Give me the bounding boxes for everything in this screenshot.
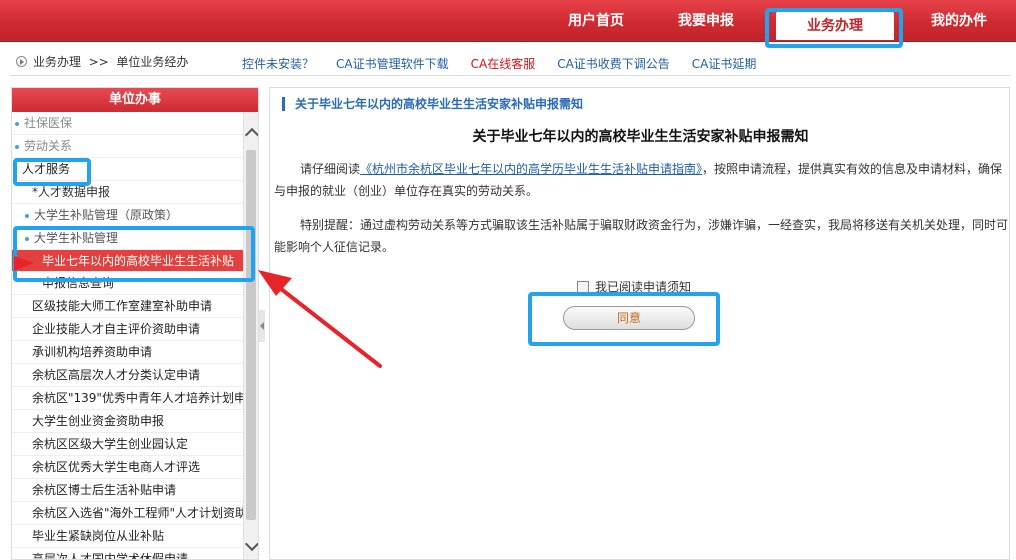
sidebar-scrollbar[interactable] <box>243 112 258 559</box>
sidebar-item-shortage-subsidy[interactable]: 毕业生紧缺岗位从业补贴 <box>12 525 244 548</box>
nav-business-label: 业务办理 <box>776 12 894 40</box>
scroll-thumb[interactable] <box>246 150 256 520</box>
agree-checkbox[interactable] <box>577 280 589 293</box>
sidebar-item-living-subsidy[interactable]: 毕业七年以内的高校毕业生生活补贴 <box>12 250 244 272</box>
sidebar-item-overseas-engineer[interactable]: 余杭区入选省"海外工程师"人才计划资助 <box>12 502 244 525</box>
sidebar-item-academic-leave[interactable]: 高层次人才国内学术休假申请 <box>12 548 244 559</box>
top-nav: 用户首页 我要申报 业务办理 我的办件 <box>548 0 1014 42</box>
sidebar-item-talent-data[interactable]: *人才数据申报 <box>12 181 244 204</box>
agree-button[interactable]: 同意 <box>563 306 695 330</box>
top-links: 控件未安装？ CA证书管理软件下载 CA在线客服 CA证书收费下调公告 CA证书… <box>242 55 756 72</box>
link-ca-fee-notice[interactable]: CA证书收费下调公告 <box>557 55 670 72</box>
panel-header: 关于毕业七年以内的高校毕业生生活安家补贴申报需知 <box>282 97 583 111</box>
breadcrumb-bar: 业务办理 >> 单位业务经办 控件未安装？ CA证书管理软件下载 CA在线客服 … <box>10 46 1010 76</box>
sidebar-item-talent-classification[interactable]: 余杭区高层次人才分类认定申请 <box>12 364 244 387</box>
sidebar-item-ecommerce-talent[interactable]: 余杭区优秀大学生电商人才评选 <box>12 456 244 479</box>
sidebar-item-139-program[interactable]: 余杭区"139"优秀中青年人才培养计划申 <box>12 387 244 410</box>
notice-prefix: 请仔细阅读 <box>300 162 361 176</box>
link-ca-extension[interactable]: CA证书延期 <box>692 55 757 72</box>
sidebar-title: 单位办事 <box>12 88 258 112</box>
sidebar-collapse-handle[interactable] <box>259 310 265 342</box>
play-circle-icon <box>16 56 27 67</box>
sidebar-item-talent-service[interactable]: 人才服务 <box>12 158 244 181</box>
main-panel: 关于毕业七年以内的高校毕业生生活安家补贴申报需知 关于毕业七年以内的高校毕业生生… <box>269 87 1010 560</box>
sidebar-item-skill-evaluation[interactable]: 企业技能人才自主评价资助申请 <box>12 318 244 341</box>
nav-my-cases[interactable]: 我的办件 <box>904 0 1014 42</box>
sidebar-item-training-funding[interactable]: 承训机构培养资助申请 <box>12 341 244 364</box>
guide-link[interactable]: 《杭州市余杭区毕业七年以内的高学历毕业生生活补贴申请指南》 <box>360 162 702 176</box>
sidebar-item-subsidy-old[interactable]: 大学生补贴管理（原政策） <box>12 204 244 227</box>
breadcrumb: 业务办理 >> 单位业务经办 <box>16 53 188 70</box>
sidebar-item-master-studio[interactable]: 区级技能大师工作室建室补助申请 <box>12 295 244 318</box>
notice-paragraph-2: 特别提醒：通过虚构劳动关系等方式骗取该生活补贴属于骗取财政资金行为，涉嫌诈骗，一… <box>274 218 1009 254</box>
notice-paragraph-1: 请仔细阅读《杭州市余杭区毕业七年以内的高学历毕业生生活补贴申请指南》，按照申请流… <box>274 158 1008 202</box>
agree-checkbox-row: 我已阅读申请须知 <box>577 278 691 295</box>
sidebar-item-application-query[interactable]: 申报信息查询 <box>12 272 244 295</box>
nav-business[interactable]: 业务办理 <box>768 0 904 42</box>
sidebar-item-postdoc-subsidy[interactable]: 余杭区博士后生活补贴申请 <box>12 479 244 502</box>
top-nav-bar: 用户首页 我要申报 业务办理 我的办件 <box>0 0 1016 42</box>
page: 用户首页 我要申报 业务办理 我的办件 业务办理 >> 单位业务经办 控件未安装… <box>0 0 1016 560</box>
sidebar-item-labor-relations[interactable]: 劳动关系 <box>12 135 244 158</box>
link-control-not-installed[interactable]: 控件未安装？ <box>242 55 314 72</box>
link-ca-software-download[interactable]: CA证书管理软件下载 <box>336 55 449 72</box>
sidebar-list: 社保医保 劳动关系 人才服务 *人才数据申报 大学生补贴管理（原政策） 大学生补… <box>12 112 244 559</box>
sidebar-item-startup-park[interactable]: 余杭区区级大学生创业园认定 <box>12 433 244 456</box>
nav-user-home[interactable]: 用户首页 <box>548 0 644 42</box>
sidebar-item-subsidy-management[interactable]: 大学生补贴管理 <box>12 227 244 250</box>
page-title: 关于毕业七年以内的高校毕业生生活安家补贴申报需知 <box>472 129 809 145</box>
scroll-down-icon[interactable] <box>244 536 258 552</box>
agree-label: 我已阅读申请须知 <box>595 280 692 294</box>
link-ca-online-service[interactable]: CA在线客服 <box>471 55 536 72</box>
sidebar-item-social-insurance[interactable]: 社保医保 <box>12 112 244 135</box>
sidebar: 单位办事 社保医保 劳动关系 人才服务 *人才数据申报 大学生补贴管理（原政策）… <box>11 87 259 560</box>
nav-apply[interactable]: 我要申报 <box>644 0 768 42</box>
breadcrumb-path: 业务办理 >> 单位业务经办 <box>33 55 189 69</box>
scroll-up-icon[interactable] <box>244 127 258 143</box>
sidebar-item-startup-funding[interactable]: 大学生创业资金资助申报 <box>12 410 244 433</box>
